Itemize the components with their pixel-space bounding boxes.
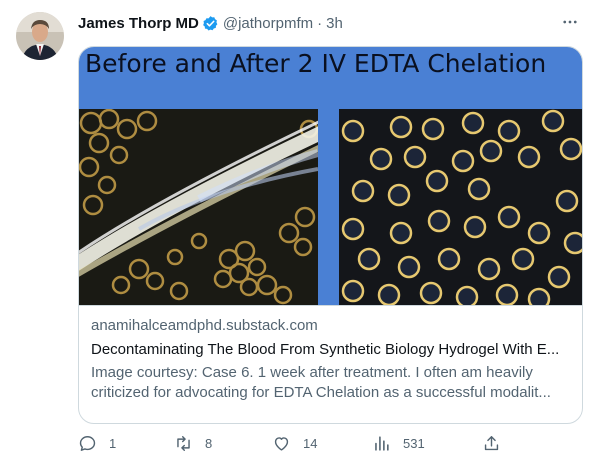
views-count: 531 [403,435,425,451]
heart-icon [274,436,289,451]
before-micrograph-image [79,109,318,305]
tweet-actions: 1 8 14 531 [78,430,528,456]
reply-icon [79,435,96,451]
share-icon [484,435,499,450]
author-handle[interactable]: @jathorpmfm [223,15,313,32]
avatar[interactable] [16,12,64,60]
retweet-icon [177,435,190,451]
card-title: Decontaminating The Blood From Synthetic… [91,341,560,358]
share-button[interactable] [482,434,501,453]
more-dots-icon[interactable] [560,12,580,32]
card-description-line: criticized for advocating for EDTA Chela… [91,384,551,401]
retweet-button[interactable]: 8 [174,434,212,453]
card-image: Before and After 2 IV EDTA Chelation [79,47,582,305]
card-description: Image courtesy: Case 6. 1 week after tre… [91,363,572,403]
like-button[interactable]: 14 [272,434,317,453]
retweet-count: 8 [205,435,213,451]
like-count: 14 [303,435,318,451]
link-card[interactable]: Before and After 2 IV EDTA Chelation ana… [78,46,583,424]
tweet-header: James Thorp MD @jathorpmfm · 3h [78,12,582,34]
separator-dot: · [317,14,323,32]
author-name[interactable]: James Thorp MD [78,15,199,32]
views-button[interactable]: 531 [372,434,425,453]
tweet-timestamp[interactable]: 3h [326,15,343,32]
card-meta: anamihalceamdphd.substack.com Decontamin… [79,305,582,423]
card-image-title: Before and After 2 IV EDTA Chelation [85,49,547,78]
views-bar-icon [375,435,389,451]
card-description-line: Image courtesy: Case 6. 1 week after tre… [91,364,533,381]
card-domain: anamihalceamdphd.substack.com [91,317,318,334]
after-micrograph-image [339,109,582,305]
reply-button[interactable]: 1 [78,434,116,453]
tweet: James Thorp MD @jathorpmfm · 3h Before a… [0,0,598,464]
reply-count: 1 [109,435,117,451]
verified-badge-icon [202,15,219,32]
